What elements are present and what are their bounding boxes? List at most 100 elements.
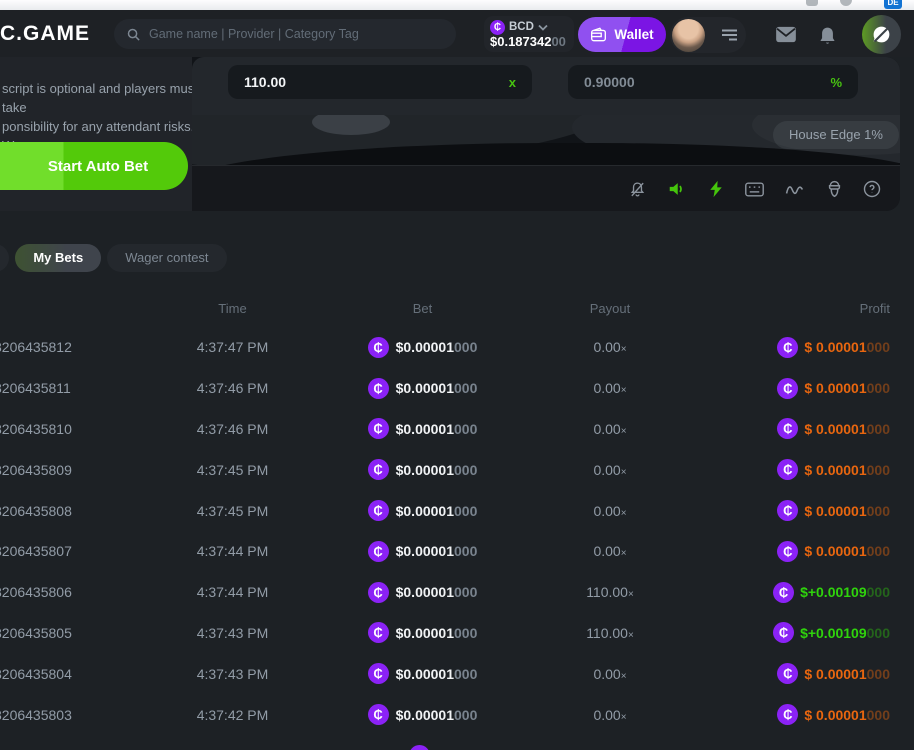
currency-code: BCD bbox=[509, 21, 534, 33]
sound-on-icon[interactable] bbox=[667, 179, 687, 199]
bet-profit: ₵ $ 0.00001000 bbox=[695, 337, 914, 358]
table-row[interactable]: 8206435806 4:37:44 PM ₵ $0.00001000 110.… bbox=[0, 572, 914, 613]
bet-amount: ₵ $0.00001000 bbox=[320, 459, 525, 480]
search-bar[interactable]: Game name | Provider | Category Tag bbox=[114, 19, 456, 49]
turbo-icon[interactable] bbox=[706, 179, 726, 199]
bcd-coin-icon: ₵ bbox=[777, 500, 798, 521]
table-row[interactable]: 8206435811 4:37:46 PM ₵ $0.00001000 0.00… bbox=[0, 368, 914, 409]
table-row[interactable]: 8206435804 4:37:43 PM ₵ $0.00001000 0.00… bbox=[0, 653, 914, 694]
wallet-icon bbox=[590, 27, 607, 42]
notifications-icon[interactable] bbox=[818, 26, 837, 46]
tab-all-bets[interactable]: ets bbox=[0, 244, 9, 272]
bet-amount: ₵ $0.00001000 bbox=[320, 663, 525, 684]
bet-amount: ₵ $0.00001000 bbox=[320, 500, 525, 521]
multiplier-sign: × bbox=[621, 467, 627, 478]
hotkeys-icon[interactable] bbox=[744, 179, 764, 199]
bcd-coin-icon: ₵ bbox=[368, 418, 389, 439]
search-icon bbox=[126, 27, 141, 42]
table-header-row: Time Bet Payout Profit bbox=[0, 289, 914, 327]
table-body: 8206435812 4:37:47 PM ₵ $0.00001000 0.00… bbox=[0, 327, 914, 750]
bcd-coin-icon: ₵ bbox=[368, 704, 389, 725]
bet-profit: ₵ $+0.00109000 bbox=[695, 582, 914, 603]
payout-input[interactable]: 110.00 x bbox=[228, 65, 532, 99]
wallet-button[interactable]: Wallet bbox=[578, 17, 666, 52]
messages-icon[interactable] bbox=[775, 26, 797, 43]
currency-selector[interactable]: ₵ BCD $0.18734200 bbox=[484, 16, 574, 52]
multiplier-sign: × bbox=[628, 630, 634, 641]
bet-profit: ₵ $ 0.00001000 bbox=[695, 704, 914, 725]
bet-time: 4:37:45 PM bbox=[145, 462, 320, 478]
bcd-coin-icon: ₵ bbox=[777, 541, 798, 562]
house-edge-badge: House Edge 1% bbox=[773, 121, 899, 149]
bcd-coin-icon: ₵ bbox=[777, 704, 798, 725]
table-row[interactable]: 8206435812 4:37:47 PM ₵ $0.00001000 0.00… bbox=[0, 327, 914, 368]
bet-amount: ₵ $0.00001000 bbox=[320, 337, 525, 358]
multiplier-sign: × bbox=[621, 548, 627, 559]
bet-profit: ₵ $ 0.00001000 bbox=[695, 663, 914, 684]
live-stats-icon[interactable] bbox=[784, 179, 804, 199]
table-row[interactable]: 8206435803 4:37:42 PM ₵ $0.00001000 0.00… bbox=[0, 694, 914, 735]
browser-extension-badge[interactable]: DE bbox=[884, 0, 902, 9]
help-icon[interactable] bbox=[862, 179, 882, 199]
game-panel: script is optional and players must take… bbox=[0, 57, 900, 211]
bet-payout: 0.00× bbox=[525, 707, 695, 723]
top-nav: C.GAME Game name | Provider | Category T… bbox=[0, 10, 914, 57]
bet-profit: ₵ bbox=[695, 745, 914, 750]
win-chance-input[interactable]: 0.90000 % bbox=[568, 65, 858, 99]
bet-time: 4:37:43 PM bbox=[145, 666, 320, 682]
table-row[interactable]: 8206435810 4:37:46 PM ₵ $0.00001000 0.00… bbox=[0, 409, 914, 450]
animation-off-icon[interactable] bbox=[627, 179, 647, 199]
bet-id: 8206435808 bbox=[0, 503, 139, 519]
bet-id: 8206435804 bbox=[0, 666, 139, 682]
bcd-coin-icon: ₵ bbox=[368, 663, 389, 684]
bet-time: 4:37:46 PM bbox=[145, 421, 320, 437]
my-bets-table: Time Bet Payout Profit 8206435812 4:37:4… bbox=[0, 289, 914, 750]
balance: $0.18734200 bbox=[490, 35, 568, 49]
bet-profit: ₵ $ 0.00001000 bbox=[695, 500, 914, 521]
bcd-coin-icon: ₵ bbox=[777, 378, 798, 399]
bet-profit: ₵ $ 0.00001000 bbox=[695, 459, 914, 480]
table-row[interactable]: 8206435807 4:37:44 PM ₵ $0.00001000 0.00… bbox=[0, 531, 914, 572]
bet-time: 4:37:46 PM bbox=[145, 380, 320, 396]
multiplier-sign: × bbox=[621, 344, 627, 355]
browser-extension-icon[interactable] bbox=[806, 0, 818, 6]
tab-my-bets[interactable]: My Bets bbox=[15, 244, 101, 272]
bet-amount: ₵ $0.00001000 bbox=[320, 704, 525, 725]
table-row[interactable]: 8206435809 4:37:45 PM ₵ $0.00001000 0.00… bbox=[0, 449, 914, 490]
avatar bbox=[672, 19, 705, 52]
table-row[interactable]: 8206435808 4:37:45 PM ₵ $0.00001000 0.00… bbox=[0, 490, 914, 531]
table-row[interactable]: ₵ ₵ bbox=[0, 735, 914, 750]
bcd-coin-icon: ₵ bbox=[368, 378, 389, 399]
bet-payout: 110.00× bbox=[525, 625, 695, 641]
tab-wager-contest[interactable]: Wager contest bbox=[107, 244, 226, 272]
bet-payout: 0.00× bbox=[525, 339, 695, 355]
col-header-time: Time bbox=[145, 301, 320, 316]
bcd-coin-icon: ₵ bbox=[368, 337, 389, 358]
bet-amount: ₵ $0.00001000 bbox=[320, 622, 525, 643]
bcd-coin-icon: ₵ bbox=[368, 622, 389, 643]
bcd-coin-icon: ₵ bbox=[777, 337, 798, 358]
bet-time: 4:37:44 PM bbox=[145, 543, 320, 559]
bet-inputs-bar: 110.00 x 0.90000 % bbox=[192, 57, 900, 115]
bets-tabs: ets My Bets Wager contest bbox=[0, 244, 227, 272]
payout-value: 110.00 bbox=[244, 74, 286, 90]
browser-toolbar-edge: DE bbox=[0, 0, 914, 10]
bet-id: 8206435809 bbox=[0, 462, 139, 478]
seeds-icon[interactable] bbox=[824, 179, 844, 199]
multiplier-sign: × bbox=[628, 589, 634, 600]
multiplier-sign: × bbox=[621, 385, 627, 396]
browser-extension-icon[interactable] bbox=[840, 0, 852, 6]
chat-icon bbox=[871, 24, 892, 45]
bcd-coin-icon: ₵ bbox=[368, 459, 389, 480]
table-row[interactable]: 8206435805 4:37:43 PM ₵ $0.00001000 110.… bbox=[0, 613, 914, 654]
start-auto-bet-button[interactable]: Start Auto Bet bbox=[0, 142, 188, 190]
multiplier-sign: × bbox=[621, 426, 627, 437]
chevron-down-icon bbox=[538, 24, 548, 31]
bet-payout: 0.00× bbox=[525, 666, 695, 682]
chat-toggle-button[interactable] bbox=[862, 15, 901, 54]
logo[interactable]: C.GAME bbox=[0, 22, 90, 46]
bet-payout: 0.00× bbox=[525, 462, 695, 478]
bet-amount: ₵ $0.00001000 bbox=[320, 418, 525, 439]
profile-menu[interactable] bbox=[670, 17, 746, 53]
bet-amount: ₵ $0.00001000 bbox=[320, 378, 525, 399]
